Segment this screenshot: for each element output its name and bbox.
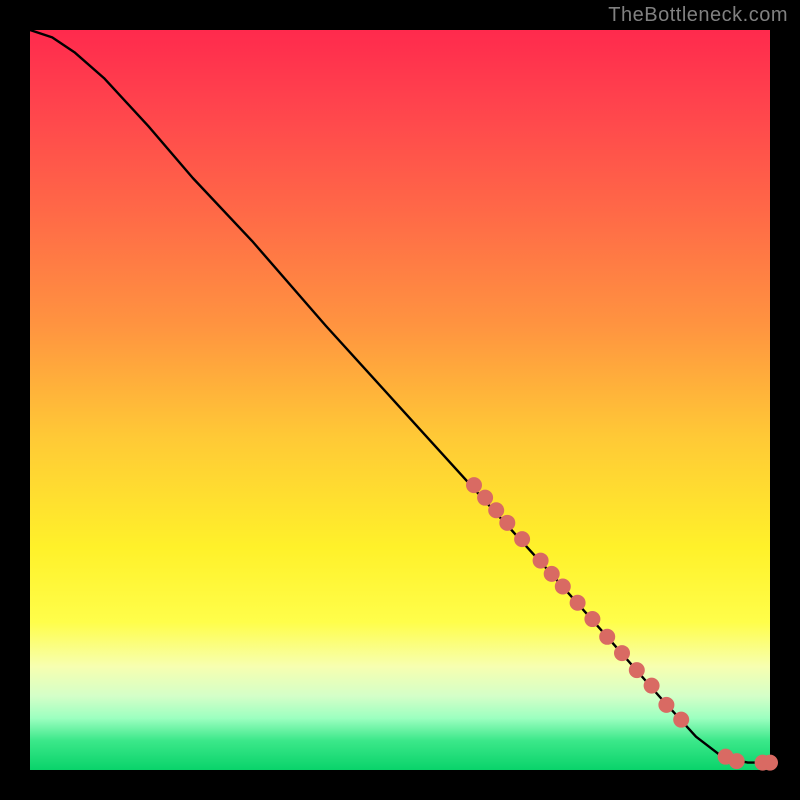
data-point [615, 646, 630, 661]
data-point [489, 503, 504, 518]
data-point [515, 532, 530, 547]
data-point [629, 663, 644, 678]
data-point [644, 678, 659, 693]
data-point [600, 629, 615, 644]
data-point [544, 566, 559, 581]
data-point [729, 754, 744, 769]
chart-curve [30, 30, 770, 763]
data-point [500, 515, 515, 530]
data-point [763, 755, 778, 770]
data-point [467, 478, 482, 493]
attribution-label: TheBottleneck.com [608, 4, 788, 27]
data-point [555, 579, 570, 594]
chart-plot-area [30, 30, 770, 770]
data-point [585, 612, 600, 627]
chart-points-group [467, 478, 778, 770]
data-point [659, 697, 674, 712]
data-point [674, 712, 689, 727]
data-point [478, 490, 493, 505]
data-point [570, 595, 585, 610]
chart-svg [30, 30, 770, 770]
data-point [533, 553, 548, 568]
